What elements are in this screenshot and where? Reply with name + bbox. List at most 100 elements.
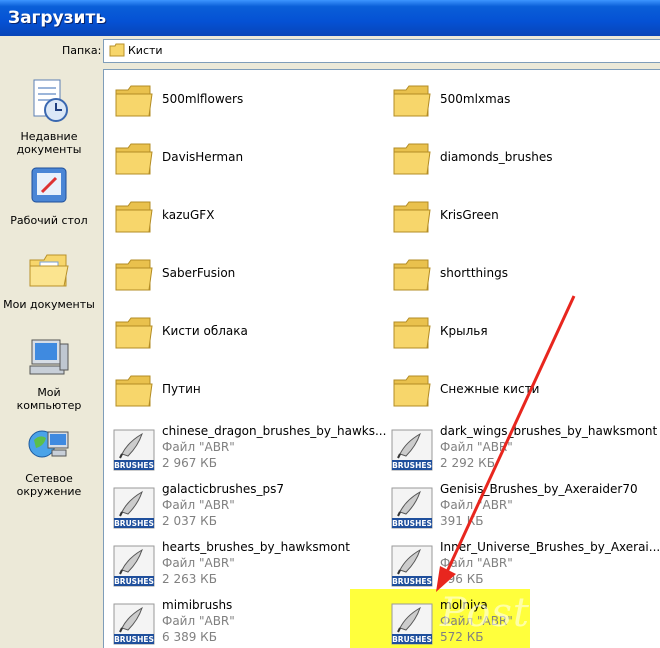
list-item-folder[interactable]: shortthings [382,246,652,302]
list-item-folder[interactable]: Крылья [382,304,652,360]
folder-icon-wrap [112,312,156,356]
list-item-folder[interactable]: 500mlflowers [104,72,374,128]
file-icon-wrap: BRUSHES [390,544,434,588]
list-item-file[interactable]: BRUSHES Inner_Universe_Brushes_by_Axerai.… [382,536,660,592]
item-type: Файл "ABR" [162,614,235,628]
place-desktop[interactable]: Рабочий стол [0,164,98,227]
folder-icon [115,143,153,175]
item-name: molniya [440,598,488,612]
item-name: Крылья [440,324,488,338]
item-name: kazuGFX [162,208,215,222]
my-computer-icon [29,339,69,375]
folder-icon-wrap [112,80,156,124]
item-name: 500mlflowers [162,92,244,106]
list-item-folder[interactable]: Кисти облака [104,304,374,360]
file-list[interactable]: 500mlflowers 500mlxmas DavisHerman diamonds… [103,69,660,648]
item-type: Файл "ABR" [162,498,235,512]
folder-icon [393,259,431,291]
folder-icon [115,85,153,117]
item-name: KrisGreen [440,208,499,222]
list-item-file[interactable]: BRUSHES chinese_dragon_brushes_by_hawks..… [104,420,386,476]
file-icon-wrap: BRUSHES [390,602,434,646]
brush-badge: BRUSHES [392,635,432,644]
item-size: 2 292 КБ [440,456,495,470]
item-name: Inner_Universe_Brushes_by_Axerai... [440,540,660,554]
item-name: galacticbrushes_ps7 [162,482,285,496]
file-icon-wrap: BRUSHES [112,428,156,472]
list-item-folder[interactable]: Снежные кисти [382,362,652,418]
title-bar[interactable]: Загрузить [0,0,660,36]
item-name: Путин [162,382,201,396]
list-item-file[interactable]: BRUSHES dark_wings_brushes_by_hawksmont Фа… [382,420,657,476]
place-label: Рабочий стол [10,214,88,227]
list-item-folder[interactable]: DavisHerman [104,130,374,186]
list-item-folder[interactable]: SaberFusion [104,246,374,302]
item-name: dark_wings_brushes_by_hawksmont [440,424,658,438]
folder-icon [393,85,431,117]
item-name: Кисти облака [162,324,248,338]
place-my-documents[interactable]: Мои документы [0,248,98,311]
brush-file-icon: BRUSHES [391,603,433,645]
item-type: Файл "ABR" [440,498,513,512]
item-size: 6 389 КБ [162,630,217,644]
item-size: 896 КБ [440,572,484,586]
list-item-file[interactable]: BRUSHES Genisis_Brushes_by_Axeraider70 Фай… [382,478,652,534]
list-item-folder[interactable]: Путин [104,362,374,418]
list-item-folder[interactable]: diamonds_brushes [382,130,652,186]
window-title: Загрузить [8,8,107,28]
item-size: 572 КБ [440,630,484,644]
brush-badge: BRUSHES [392,577,432,586]
list-item-folder[interactable]: kazuGFX [104,188,374,244]
brush-badge: BRUSHES [114,577,154,586]
brush-badge: BRUSHES [114,519,154,528]
brush-file-icon: BRUSHES [113,603,155,645]
list-item-folder[interactable]: 500mlxmas [382,72,652,128]
brush-file-icon: BRUSHES [391,545,433,587]
folder-icon [115,375,153,407]
place-recent-documents[interactable]: Недавние документы [0,76,98,156]
place-my-computer[interactable]: Мой компьютер [0,336,98,412]
recent-documents-icon [33,79,68,122]
item-name: Снежные кисти [440,382,540,396]
file-icon-wrap: BRUSHES [112,486,156,530]
list-item-file[interactable]: BRUSHES molniya Файл "ABR" 572 КБ [382,594,652,648]
brush-file-icon: BRUSHES [391,487,433,529]
folder-icon [115,201,153,233]
item-name: Genisis_Brushes_by_Axeraider70 [440,482,638,496]
folder-combo[interactable]: Кисти [103,39,660,63]
brush-file-icon: BRUSHES [113,487,155,529]
folder-icon-wrap [390,80,434,124]
network-places-icon [28,430,69,458]
file-icon-wrap: BRUSHES [112,602,156,646]
folder-icon [393,375,431,407]
folder-icon [115,259,153,291]
my-documents-icon [29,254,69,287]
item-name: shortthings [440,266,508,280]
item-size: 391 КБ [440,514,484,528]
place-label: Сетевое окружение [16,472,82,498]
list-item-file[interactable]: BRUSHES galacticbrushes_ps7 Файл "ABR" 2 03… [104,478,374,534]
file-icon-wrap: BRUSHES [390,428,434,472]
brush-file-icon: BRUSHES [391,429,433,471]
brush-badge: BRUSHES [114,635,154,644]
folder-current: Кисти [128,44,163,57]
list-item-file[interactable]: BRUSHES mimibrushs Файл "ABR" 6 389 КБ [104,594,374,648]
desktop-icon [31,167,67,203]
folder-icon-wrap [390,196,434,240]
list-item-file[interactable]: BRUSHES hearts_brushes_by_hawksmont Файл "… [104,536,374,592]
item-name: SaberFusion [162,266,236,280]
brush-badge: BRUSHES [114,461,154,470]
brush-badge: BRUSHES [392,461,432,470]
folder-icon-wrap [112,138,156,182]
item-name: DavisHerman [162,150,244,164]
brush-file-icon: BRUSHES [113,545,155,587]
place-label: Недавние документы [16,130,82,156]
item-name: mimibrushs [162,598,233,612]
place-network[interactable]: Сетевое окружение [0,422,98,498]
brush-file-icon: BRUSHES [113,429,155,471]
place-label: Мои документы [3,298,95,311]
list-item-folder[interactable]: KrisGreen [382,188,652,244]
item-size: 2 037 КБ [162,514,217,528]
folder-icon-wrap [390,254,434,298]
file-icon-wrap: BRUSHES [390,486,434,530]
